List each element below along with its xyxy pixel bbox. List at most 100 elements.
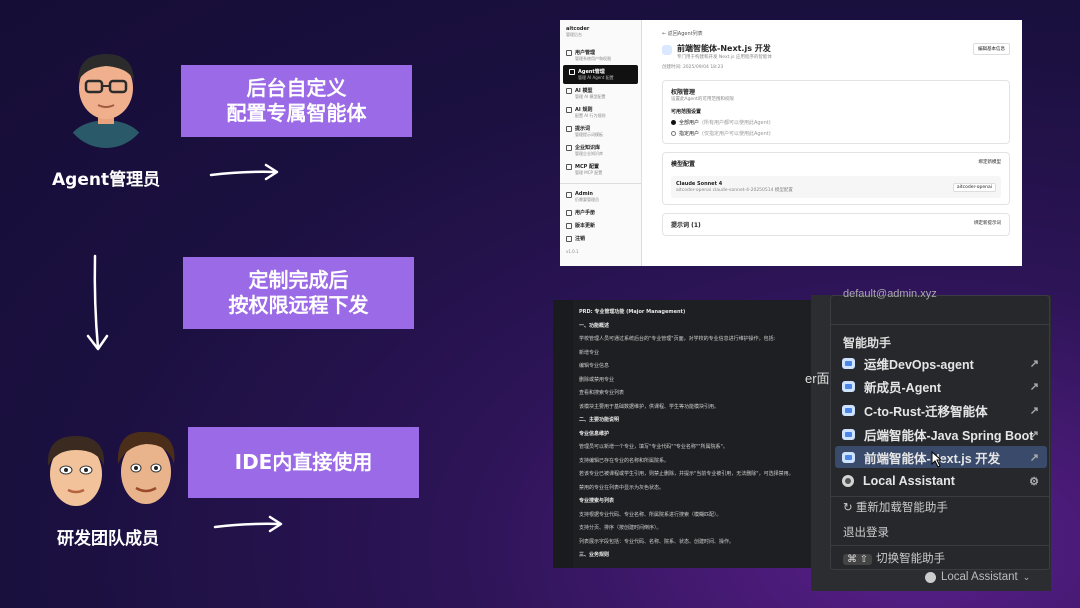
external-link-icon[interactable]: ↗ bbox=[1030, 404, 1039, 417]
sidebar-item-admin-account[interactable]: Admin 仍需要管理员 bbox=[560, 188, 641, 206]
edit-info-button[interactable]: 编辑基本信息 bbox=[973, 43, 1010, 55]
step-3-line-1: IDE内直接使用 bbox=[234, 450, 373, 474]
avatar-icon bbox=[566, 192, 572, 198]
editor-line: 专业搜索与列表 bbox=[579, 498, 615, 504]
agent-item-java-spring[interactable]: 后端智能体-Java Spring Boot ↗ bbox=[835, 423, 1047, 445]
line-gutter bbox=[553, 300, 573, 568]
editor-line: 学校管理人员可通过系统后台的"专业管理"页面，对学校的专业信息进行维护操作，包括… bbox=[579, 336, 776, 342]
editor-line: 支持编辑已存在专业的名称和所属院系。 bbox=[579, 457, 670, 464]
step-2-line-2: 按权限远程下发 bbox=[228, 293, 369, 317]
partial-editor-text: er面 bbox=[805, 371, 830, 386]
sidebar-item-rules[interactable]: AI 规则 配置 AI 行为规则 bbox=[560, 103, 641, 122]
prompt-card: 提示词 (1) 绑定新提示词 bbox=[662, 213, 1010, 236]
local-assistant-icon bbox=[925, 571, 936, 583]
dev-avatar-2 bbox=[117, 431, 175, 504]
prompt-title: 提示词 (1) bbox=[671, 222, 701, 229]
agent-icon bbox=[842, 428, 855, 440]
editor-line: 若该专业已被课程或学生引用，则禁止删除，并提示"当前专业被引用，无法删除"，可选… bbox=[579, 471, 794, 477]
model-detail: aitcoder-openai claude-sonnet-4-20250514… bbox=[676, 188, 793, 193]
admin-avatar bbox=[66, 54, 146, 148]
external-link-icon[interactable]: ↗ bbox=[1030, 357, 1039, 370]
editor-line: PRD: 专业管理功能 (Major Management) bbox=[579, 309, 686, 315]
user-email: default@admin.xyz bbox=[843, 288, 937, 300]
agent-icon bbox=[842, 404, 855, 416]
step-1-line-2: 配置专属智能体 bbox=[226, 101, 367, 125]
bind-prompt-button[interactable]: 绑定新提示词 bbox=[974, 220, 1001, 229]
agent-icon bbox=[842, 357, 855, 369]
arrow-down-icon bbox=[86, 254, 109, 351]
admin-brand-sub: 管理后台 bbox=[566, 32, 582, 37]
knowledge-icon bbox=[566, 145, 572, 151]
radio-all-users[interactable]: 全部用户 (所有用户都可以使用此Agent) bbox=[671, 119, 1001, 126]
mouse-cursor-icon bbox=[931, 450, 943, 468]
scope-label: 可用范围设置 bbox=[671, 109, 702, 115]
book-icon bbox=[566, 210, 572, 216]
sidebar-item-prompts[interactable]: 提示词 管理提示词模板 bbox=[560, 122, 641, 141]
bind-model-button[interactable]: 绑定新模型 bbox=[979, 159, 1002, 168]
reload-agents-item[interactable]: ↻ 重新加载智能助手 bbox=[843, 499, 948, 515]
model-card: 模型配置 绑定新模型 Claude Sonnet 4 aitcoder-open… bbox=[662, 152, 1010, 205]
sidebar-item-models[interactable]: AI 模型 管理 AI 模型配置 bbox=[560, 84, 641, 103]
ide-editor-screenshot: PRD: 专业管理功能 (Major Management) 一、功能概述学校管理… bbox=[553, 300, 811, 568]
agent-item-devops[interactable]: 运维DevOps-agent ↗ bbox=[835, 352, 1047, 374]
editor-line: 专业信息维护 bbox=[579, 430, 610, 437]
step-1-line-1: 后台自定义 bbox=[246, 76, 347, 100]
model-icon bbox=[566, 88, 572, 94]
switch-agent-shortcut[interactable]: ⌘ ⇧ 切换智能助手 bbox=[843, 550, 945, 566]
arrow-right-icon bbox=[209, 163, 279, 181]
sidebar-item-logout[interactable]: 注销 bbox=[560, 232, 641, 245]
mcp-icon bbox=[566, 164, 572, 170]
step-2-line-1: 定制完成后 bbox=[248, 268, 349, 292]
settings-gear-icon[interactable]: ⚙ bbox=[1029, 475, 1039, 488]
agent-icon-large bbox=[662, 45, 672, 55]
agent-title: 前端智能体-Next.js 开发 bbox=[677, 44, 771, 53]
step-box-use-in-ide: IDE内直接使用 bbox=[188, 427, 419, 498]
reload-icon: ↻ bbox=[843, 502, 856, 514]
sidebar-item-mcp[interactable]: MCP 配置 管理 MCP 配置 bbox=[560, 160, 641, 179]
editor-line: 编辑专业信息 bbox=[579, 363, 610, 369]
dev-role-label: 研发团队成员 bbox=[57, 529, 159, 549]
admin-role-label: Agent管理员 bbox=[52, 170, 161, 190]
editor-line: 查看和搜索专业列表 bbox=[579, 390, 625, 396]
sidebar-item-manual[interactable]: 用户手册 bbox=[560, 206, 641, 219]
agent-item-local-assistant[interactable]: Local Assistant ⚙ bbox=[835, 470, 1047, 492]
sidebar-item-users[interactable]: 用户管理 管理系统用户和权限 bbox=[560, 46, 641, 65]
chevron-down-icon: ⌄ bbox=[1022, 571, 1031, 582]
shortcut-keys: ⌘ ⇧ bbox=[843, 554, 873, 565]
sidebar-item-updates[interactable]: 版本更新 bbox=[560, 219, 641, 232]
editor-line: 禁用的专业在列表中显示为灰色状态。 bbox=[579, 484, 665, 491]
created-time: 创建时间: 2025/09/04 18:23 bbox=[662, 65, 724, 70]
model-title: 模型配置 bbox=[671, 161, 696, 168]
sidebar-item-knowledge[interactable]: 企业知识库 管理企业知识库 bbox=[560, 141, 641, 160]
editor-line: 支持根据专业代码、专业名称、所属院系进行搜索（模糊匹配）。 bbox=[579, 511, 722, 518]
external-link-icon[interactable]: ↗ bbox=[1030, 380, 1039, 393]
editor-line: 一、功能概述 bbox=[579, 322, 610, 329]
editor-line: 三、业务规则 bbox=[579, 552, 610, 558]
admin-panel-screenshot: aitcoder 管理后台 用户管理 管理系统用户和权限 Agent管理 管理 AI… bbox=[560, 20, 1022, 266]
rules-icon bbox=[566, 107, 572, 113]
permission-card: 权限管理 设置此Agent的可用范围和权限 可用范围设置 全部用户 (所有用户都可… bbox=[662, 80, 1010, 144]
editor-line: 二、主要功能说明 bbox=[579, 417, 620, 423]
radio-designated-users[interactable]: 指定用户 (仅指定用户可以使用此Agent) bbox=[671, 130, 1001, 137]
agent-icon bbox=[842, 451, 855, 463]
editor-line: 新增专业 bbox=[579, 349, 600, 356]
editor-line: 支持分页、排序（按创建时间倒序）。 bbox=[579, 525, 662, 531]
agent-item-new-member[interactable]: 新成员-Agent ↗ bbox=[835, 375, 1047, 397]
external-link-icon[interactable]: ↗ bbox=[1030, 428, 1039, 441]
logout-item[interactable]: 退出登录 bbox=[843, 524, 889, 540]
external-link-icon[interactable]: ↗ bbox=[1030, 451, 1039, 464]
logout-icon bbox=[566, 236, 572, 242]
sidebar-item-agents[interactable]: Agent管理 管理 AI Agent 配置 bbox=[563, 65, 638, 84]
menu-divider-3 bbox=[831, 545, 1049, 546]
editor-content[interactable]: PRD: 专业管理功能 (Major Management) 一、功能概述学校管理… bbox=[579, 306, 805, 563]
agent-item-c-to-rust[interactable]: C-to-Rust-迁移智能体 ↗ bbox=[835, 399, 1047, 421]
permission-sub: 设置此Agent的可用范围和权限 bbox=[671, 97, 734, 102]
prompt-icon bbox=[566, 126, 572, 132]
admin-version: v1.0.1 bbox=[566, 249, 579, 254]
arrow-right-icon-2 bbox=[213, 515, 283, 533]
local-assistant-icon bbox=[842, 475, 854, 487]
back-link[interactable]: ← 返回Agent列表 bbox=[662, 30, 1010, 37]
users-icon bbox=[566, 50, 572, 56]
model-tag: aitcoder-openai bbox=[952, 182, 996, 192]
status-bar-agent[interactable]: Local Assistant ⌄ bbox=[925, 571, 1030, 583]
